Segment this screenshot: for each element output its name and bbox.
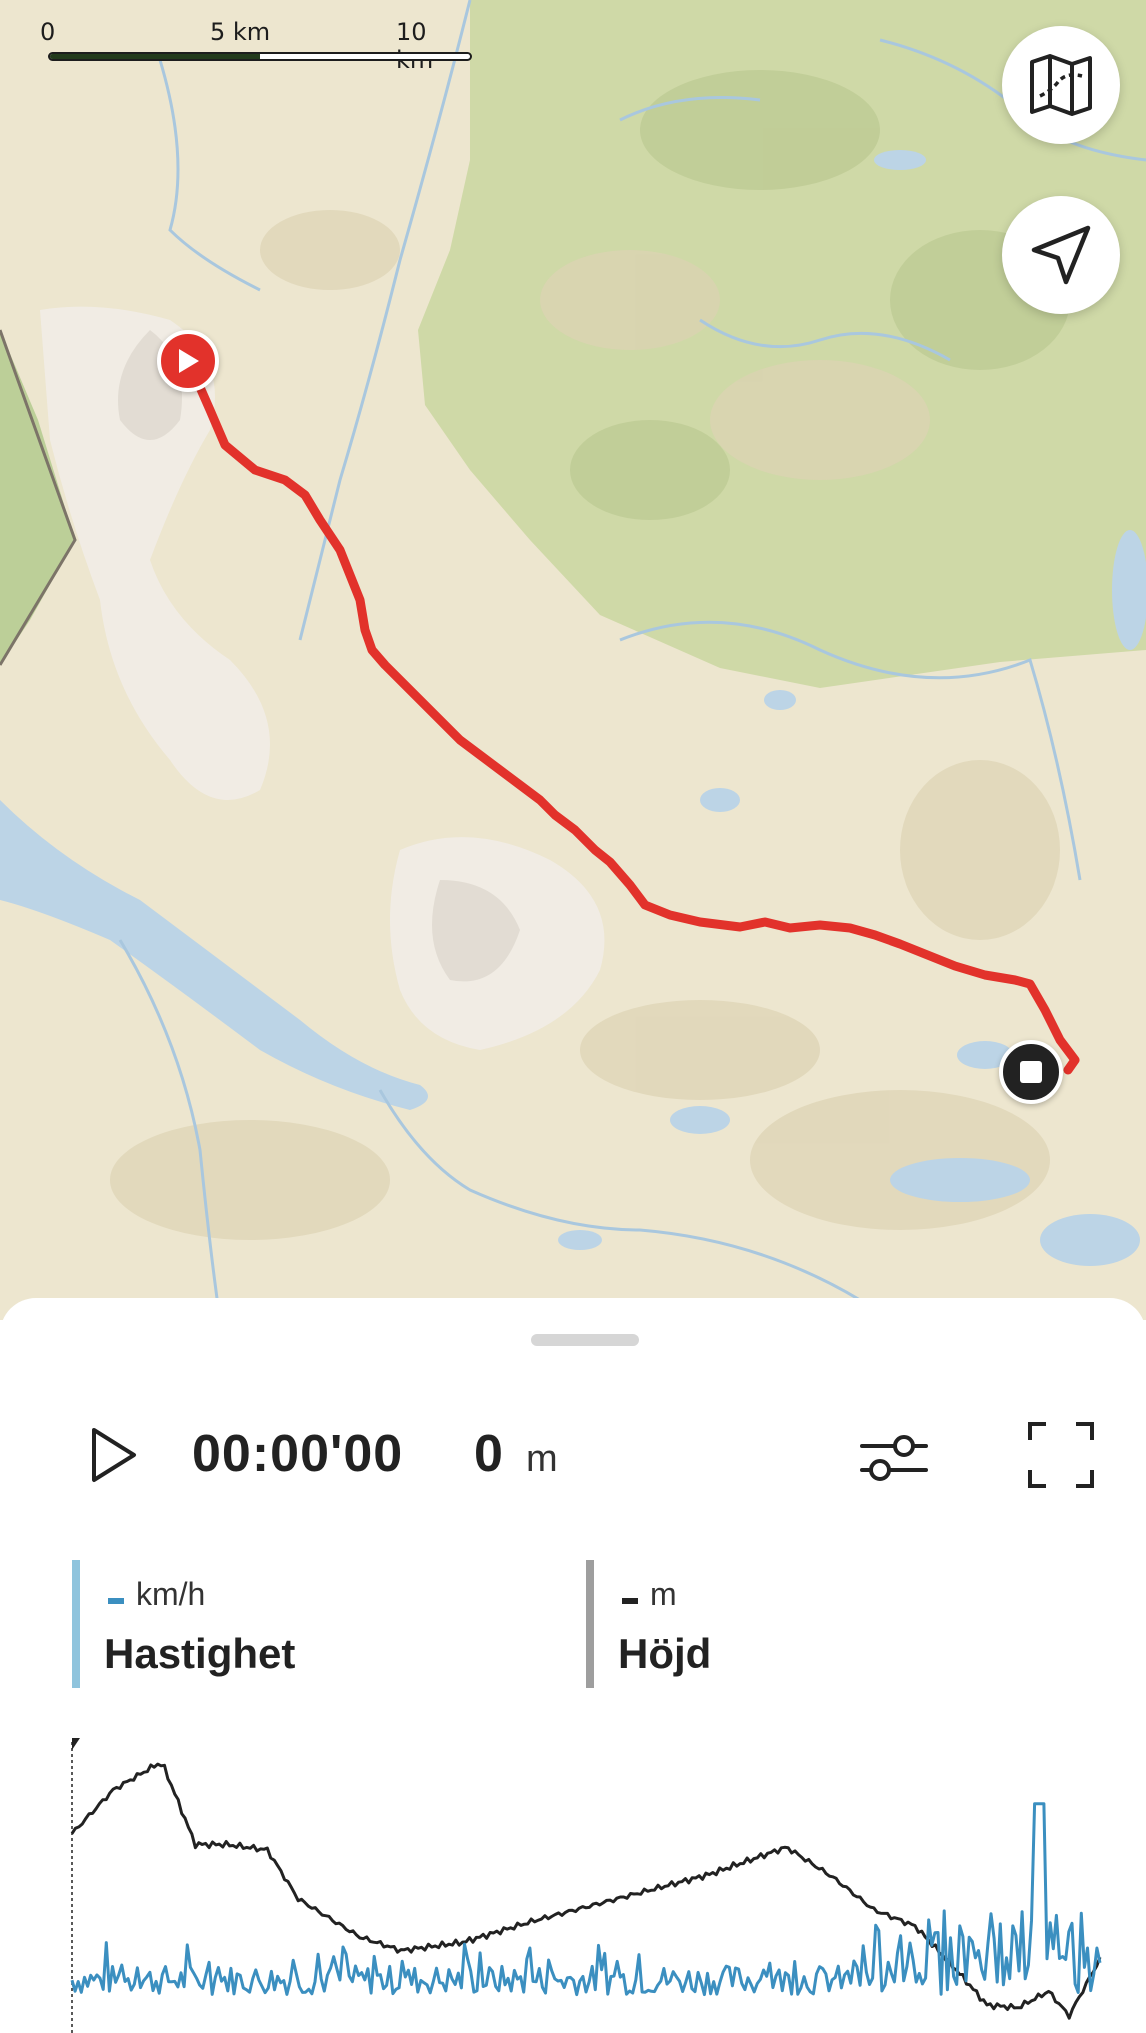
metric-altitude-name: Höjd — [618, 1630, 712, 1677]
graph-cursor-marker[interactable] — [72, 1738, 80, 1750]
metric-altitude-unit: m — [650, 1576, 677, 1612]
fullscreen-button[interactable] — [1026, 1420, 1096, 1490]
speed-series-line — [70, 1802, 1102, 1997]
play-icon — [92, 1428, 136, 1482]
metric-speed-bar — [72, 1560, 80, 1688]
playback-play-button[interactable] — [78, 1420, 148, 1490]
metric-speed-unit: km/h — [136, 1576, 206, 1612]
map-terrain — [0, 0, 1146, 1320]
activity-graph[interactable] — [0, 1734, 1146, 2033]
metric-speed-legend-dash — [108, 1598, 124, 1604]
locate-button[interactable] — [1002, 196, 1120, 314]
map-scale-bar: 0 5 km 10 km — [40, 18, 472, 74]
graph-settings-button[interactable] — [858, 1428, 930, 1488]
metric-altitude-bar — [586, 1560, 594, 1688]
playback-distance-unit: m — [526, 1438, 558, 1480]
scale-label-10km: 10 km — [396, 18, 433, 74]
map-layers-button[interactable] — [1002, 26, 1120, 144]
bottom-sheet: 00:00'00 0 m km/h Hastighet m Höjd — [0, 1298, 1146, 2033]
play-icon — [179, 349, 199, 373]
playback-controls: 00:00'00 0 m — [0, 1398, 1146, 1508]
route-start-marker[interactable] — [157, 330, 219, 392]
metric-altitude-legend-dash — [622, 1598, 638, 1604]
folded-map-icon — [1030, 54, 1092, 116]
scale-line — [48, 52, 472, 61]
navigation-arrow-icon — [1031, 225, 1091, 285]
route-end-marker[interactable] — [999, 1040, 1063, 1104]
metric-speed-name: Hastighet — [104, 1630, 296, 1677]
fullscreen-icon — [1028, 1422, 1094, 1488]
stop-icon — [1020, 1061, 1042, 1083]
scale-label-0: 0 — [40, 18, 56, 46]
sheet-drag-handle[interactable] — [531, 1334, 639, 1346]
playback-time: 00:00'00 — [192, 1425, 404, 1483]
scale-label-5km: 5 km — [210, 18, 271, 46]
sliders-icon — [860, 1435, 928, 1481]
map-view[interactable]: 0 5 km 10 km — [0, 0, 1146, 1320]
playback-distance-value: 0 — [474, 1425, 503, 1483]
